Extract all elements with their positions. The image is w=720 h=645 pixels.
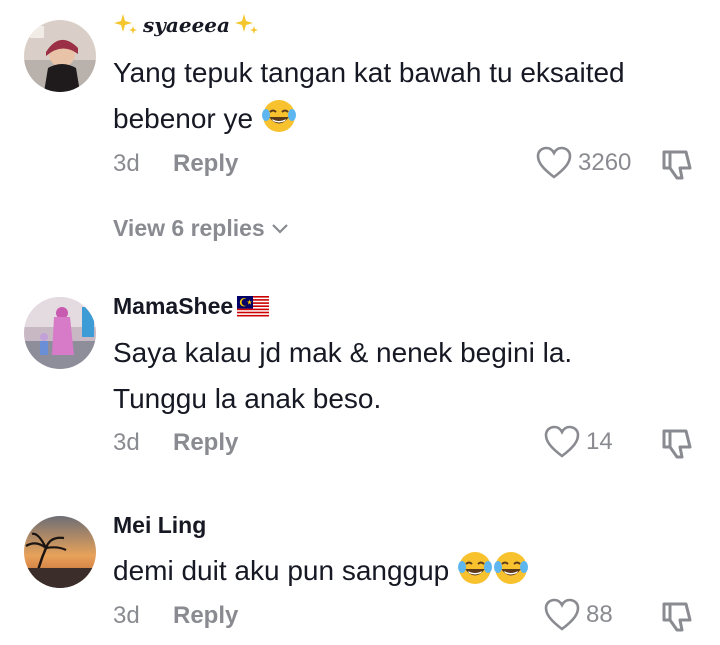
comment-username[interactable]: MamaShee xyxy=(113,293,270,320)
avatar[interactable] xyxy=(24,516,96,588)
like-count: 3260 xyxy=(578,149,632,176)
comment-text-content: demi duit aku pun sanggup xyxy=(113,555,450,586)
heart-outline-icon xyxy=(536,146,572,179)
username-text: syaeeea xyxy=(143,13,230,37)
like-count: 88 xyxy=(586,601,613,628)
heart-outline-icon xyxy=(544,598,580,631)
avatar[interactable] xyxy=(24,297,96,369)
username-text: Mei Ling xyxy=(113,512,207,538)
comment-text-line: Tunggu la anak beso. xyxy=(113,383,382,414)
thumbs-down-icon[interactable] xyxy=(660,148,694,182)
view-replies-label: View 6 replies xyxy=(113,215,265,241)
username-text: MamaShee xyxy=(113,293,234,319)
comment-username[interactable]: syaeeea xyxy=(113,12,260,38)
tears-of-joy-emoji-icon xyxy=(458,552,493,584)
comment-text-content: Yang tepuk tangan kat bawah tu eksaited … xyxy=(113,57,625,134)
like-count: 14 xyxy=(586,428,613,455)
sparkles-icon xyxy=(114,14,137,34)
comment-meta: 3d Reply xyxy=(113,150,238,178)
comment-time: 3d xyxy=(113,429,140,456)
comment-username[interactable]: Mei Ling xyxy=(113,512,206,539)
comment-time: 3d xyxy=(113,150,140,177)
tears-of-joy-emoji-icon xyxy=(494,552,529,584)
thumbs-down-icon[interactable] xyxy=(660,600,694,634)
malaysia-flag-icon xyxy=(237,295,270,318)
like-button[interactable]: 3260 xyxy=(536,146,631,180)
sparkles-icon xyxy=(234,14,258,34)
like-button[interactable]: 14 xyxy=(544,425,613,459)
comment-text: Yang tepuk tangan kat bawah tu eksaited … xyxy=(113,50,703,142)
comment-time: 3d xyxy=(113,602,140,629)
tears-of-joy-emoji-icon xyxy=(261,100,296,132)
reply-button[interactable]: Reply xyxy=(173,150,238,178)
comment-text-line: Saya kalau jd mak & nenek begini la. xyxy=(113,337,573,368)
reply-button[interactable]: Reply xyxy=(173,429,238,457)
chevron-down-icon xyxy=(271,223,288,234)
comment-meta: 3d Reply xyxy=(113,602,238,630)
comment-meta: 3d Reply xyxy=(113,429,238,457)
comment-text: demi duit aku pun sanggup xyxy=(113,548,703,594)
avatar[interactable] xyxy=(24,20,96,92)
reply-button[interactable]: Reply xyxy=(173,602,238,630)
like-button[interactable]: 88 xyxy=(544,598,613,632)
heart-outline-icon xyxy=(544,425,580,458)
thumbs-down-icon[interactable] xyxy=(660,427,694,461)
comment-text: Saya kalau jd mak & nenek begini la. Tun… xyxy=(113,330,703,422)
view-replies-button[interactable]: View 6 replies xyxy=(113,215,289,242)
